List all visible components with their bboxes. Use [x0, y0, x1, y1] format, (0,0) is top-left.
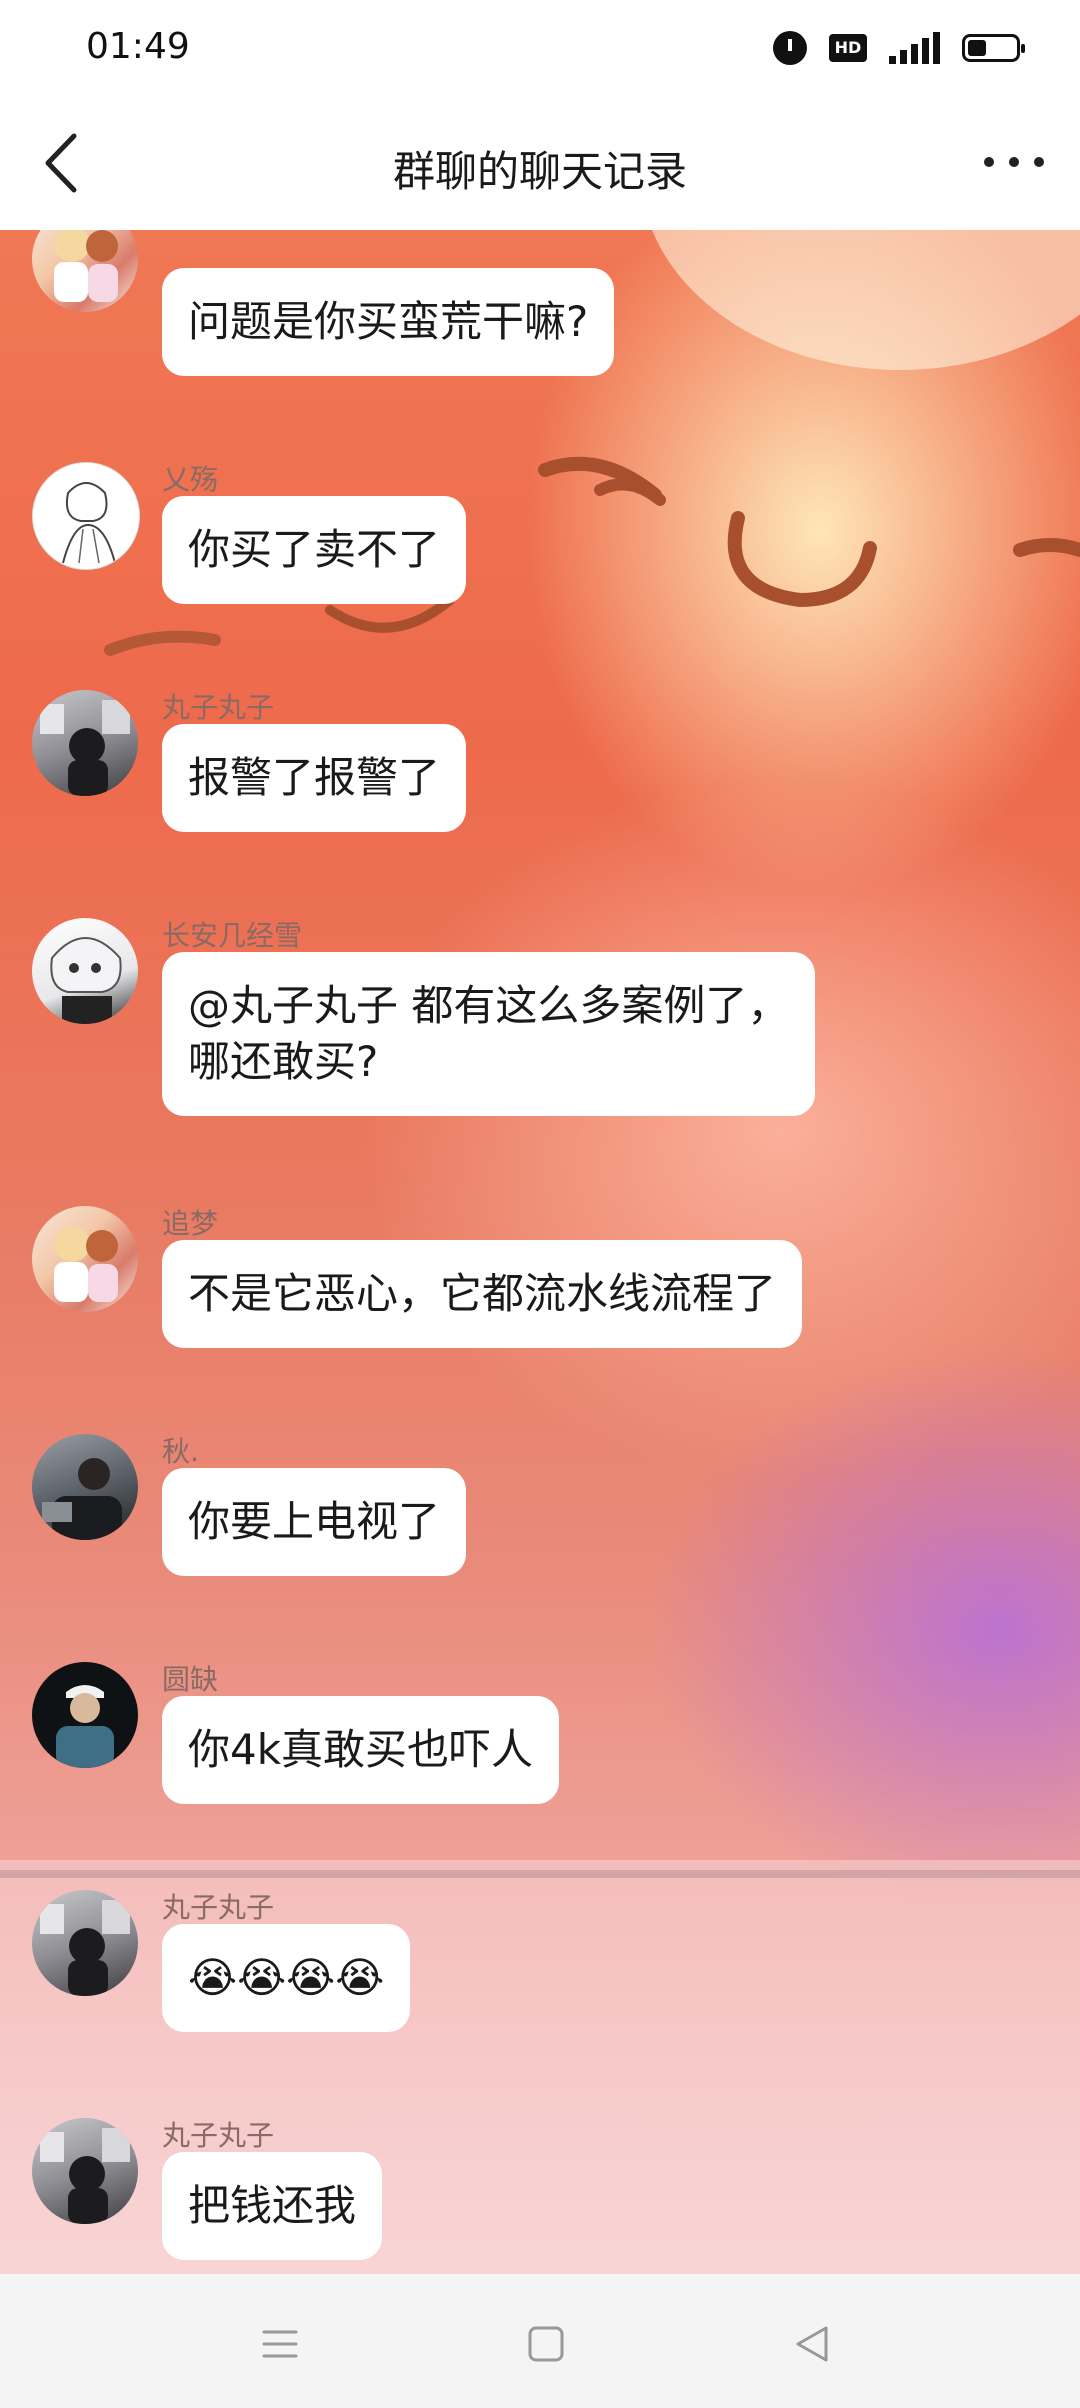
- menu-icon: [262, 2330, 298, 2358]
- message-bubble[interactable]: 你要上电视了: [162, 1468, 467, 1576]
- recent-apps-button[interactable]: [250, 2314, 310, 2374]
- avatar-man-cap-icon: [56, 1685, 114, 1768]
- battery-icon: [962, 34, 1025, 62]
- avatar-dark-photo-icon: [40, 700, 130, 796]
- avatar[interactable]: [32, 690, 138, 796]
- avatar-person-photo-icon: [42, 1458, 122, 1540]
- sender-name: 丸子丸子: [162, 691, 275, 724]
- avatar-dark-photo-icon: [40, 2128, 130, 2224]
- alarm-icon: [773, 31, 807, 65]
- avatar[interactable]: [32, 1434, 138, 1540]
- message-bubble[interactable]: 报警了报警了: [162, 724, 467, 832]
- avatar-white-haired-icon: [50, 937, 122, 1024]
- status-time: 01:49: [86, 26, 190, 67]
- message-text: 不是它恶心，它都流水线流程了: [188, 1269, 777, 1318]
- avatar[interactable]: [32, 462, 140, 570]
- chat-background[interactable]: 问题是你买蛮荒干嘛? 乂殇 你买了卖不了 丸子丸子 报警了报警了 长安几经雪 @…: [0, 230, 1080, 2274]
- sender-name: 圆缺: [162, 1663, 219, 1696]
- message-text: 😭😭😭😭: [188, 1953, 385, 2002]
- message-bubble[interactable]: 😭😭😭😭: [162, 1924, 411, 2032]
- message-text: 你买了卖不了: [188, 525, 441, 574]
- message-text: 把钱还我: [188, 2181, 357, 2230]
- sender-name: 丸子丸子: [162, 1891, 275, 1924]
- more-options-button[interactable]: [984, 142, 1044, 182]
- avatar[interactable]: [32, 1206, 138, 1312]
- status-bar: 01:49 HD: [0, 0, 1080, 96]
- signal-icon: [889, 32, 940, 64]
- message-bubble[interactable]: 把钱还我: [162, 2152, 383, 2260]
- message-text: 你4k真敢买也吓人: [188, 1725, 534, 1774]
- message-bubble[interactable]: 问题是你买蛮荒干嘛?: [162, 268, 615, 376]
- sender-name: 丸子丸子: [162, 2119, 275, 2152]
- status-icons: HD: [773, 26, 1025, 70]
- message-text-line2: 哪还敢买?: [188, 1037, 379, 1086]
- message-text: @丸子丸子 都有这么多案例了，: [188, 981, 790, 1030]
- page-title: 群聊的聊天记录: [392, 147, 687, 196]
- background-floor-line: [0, 1870, 1080, 1878]
- chat-header: 群聊的聊天记录: [0, 96, 1080, 231]
- sender-name: 追梦: [162, 1207, 219, 1240]
- hd-icon: HD: [829, 34, 867, 62]
- message-bubble[interactable]: 你买了卖不了: [162, 496, 467, 604]
- message-bubble[interactable]: 你4k真敢买也吓人: [162, 1696, 560, 1804]
- triangle-back-icon: [796, 2326, 828, 2362]
- more-dot-icon: [1034, 157, 1044, 167]
- more-dot-icon: [1009, 157, 1019, 167]
- sender-name: 长安几经雪: [162, 919, 303, 952]
- avatar[interactable]: [32, 1662, 138, 1768]
- more-dot-icon: [984, 157, 994, 167]
- system-nav-bar: [0, 2274, 1080, 2408]
- message-text: 问题是你买蛮荒干嘛?: [188, 297, 589, 346]
- avatar-anime-girls-icon: [54, 1226, 118, 1302]
- avatar-sketch-figure-icon: [62, 482, 116, 564]
- message-text: 报警了报警了: [188, 753, 441, 802]
- message-text: 你要上电视了: [188, 1497, 441, 1546]
- sender-name: 乂殇: [162, 463, 219, 496]
- message-bubble[interactable]: @丸子丸子 都有这么多案例了， 哪还敢买?: [162, 952, 816, 1116]
- avatar[interactable]: [32, 2118, 138, 2224]
- square-icon: [528, 2326, 564, 2362]
- avatar-dark-photo-icon: [40, 1900, 130, 1996]
- avatar[interactable]: [32, 1890, 138, 1996]
- back-nav-button[interactable]: [782, 2314, 842, 2374]
- message-bubble[interactable]: 不是它恶心，它都流水线流程了: [162, 1240, 803, 1348]
- sender-name: 秋.: [162, 1435, 199, 1468]
- avatar[interactable]: [32, 918, 138, 1024]
- home-button[interactable]: [516, 2314, 576, 2374]
